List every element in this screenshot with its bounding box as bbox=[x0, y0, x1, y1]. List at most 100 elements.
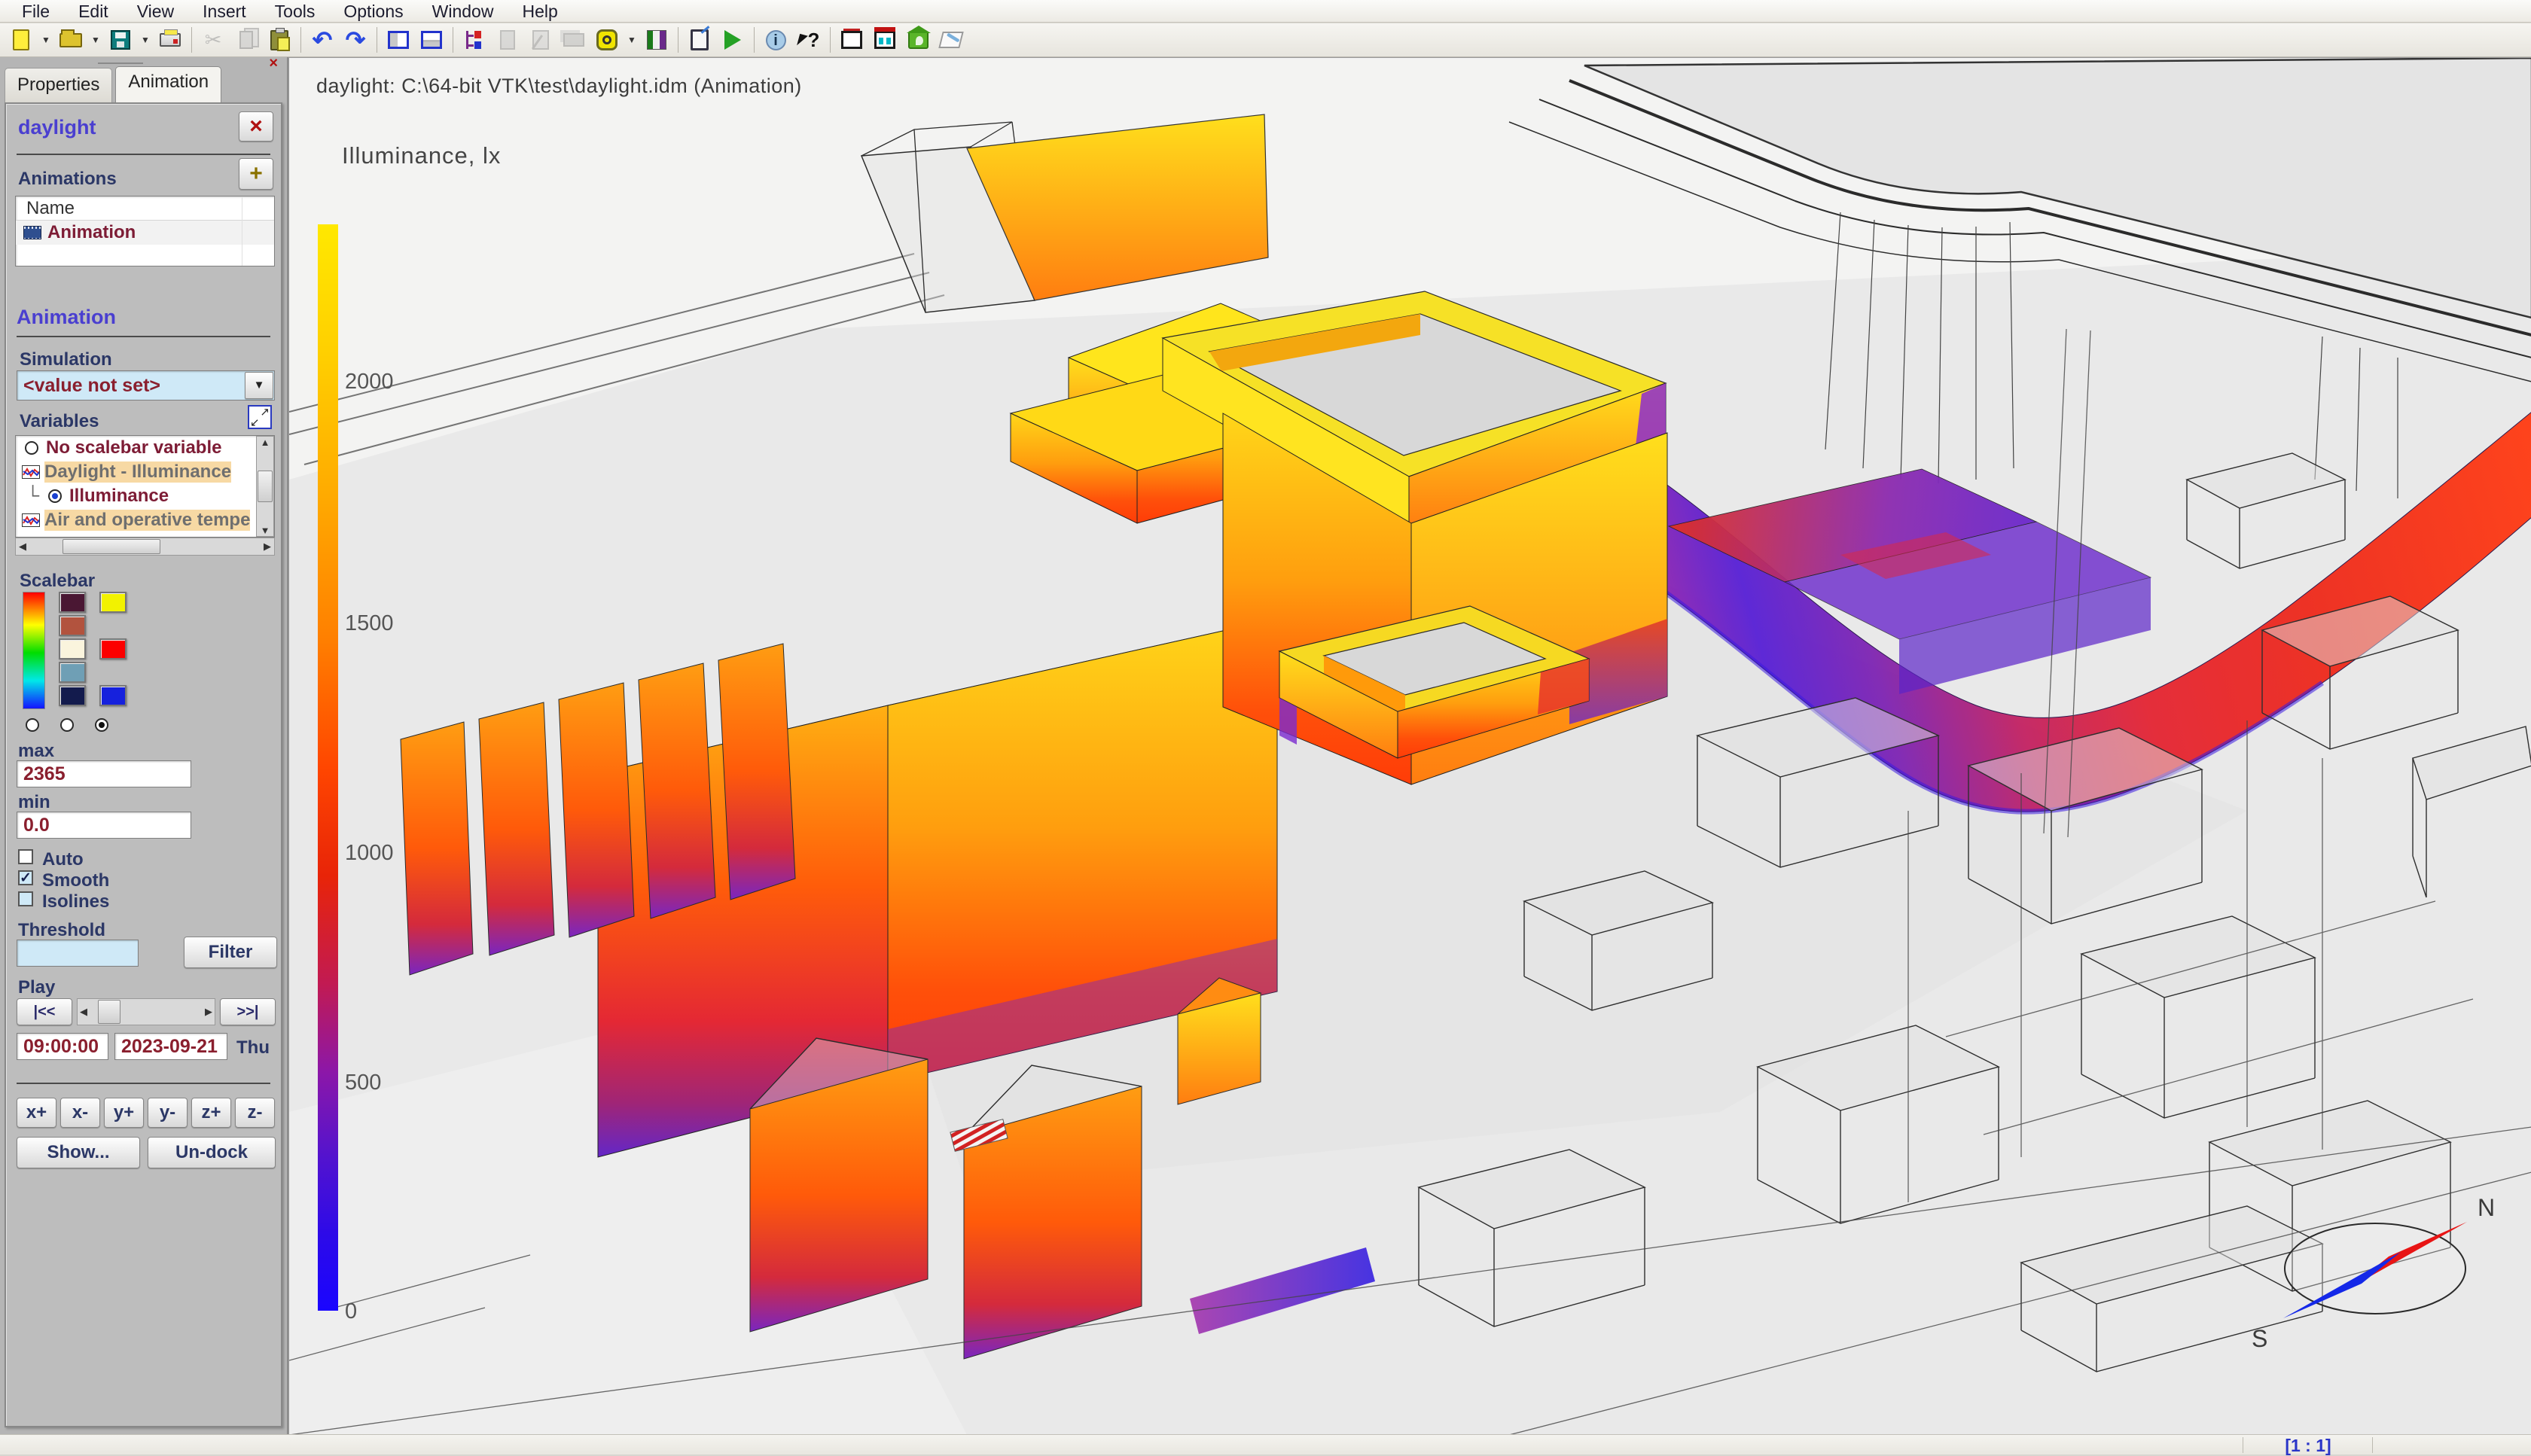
variables-vertical-scrollbar[interactable]: ▲ ▼ bbox=[256, 436, 274, 537]
variable-item-air-temp[interactable]: Air and operative tempe bbox=[16, 508, 274, 532]
print-button[interactable] bbox=[154, 25, 187, 55]
view-y-plus-button[interactable]: y+ bbox=[104, 1098, 144, 1128]
menu-window[interactable]: Window bbox=[418, 0, 508, 23]
scrollbar-thumb[interactable] bbox=[63, 539, 160, 554]
close-form-button[interactable]: × bbox=[239, 111, 273, 142]
clipboard-paste-icon bbox=[270, 30, 288, 50]
accent-swatch-blue[interactable] bbox=[99, 685, 127, 706]
palette-swatch-2[interactable] bbox=[59, 615, 86, 636]
save-button[interactable] bbox=[104, 25, 137, 55]
menu-edit[interactable]: Edit bbox=[64, 0, 123, 23]
simulation-dropdown-button[interactable]: ▼ bbox=[245, 372, 273, 399]
palette-radio-1[interactable] bbox=[26, 718, 39, 732]
menu-options[interactable]: Options bbox=[329, 0, 417, 23]
menu-view[interactable]: View bbox=[123, 0, 188, 23]
variable-item-none[interactable]: No scalebar variable bbox=[16, 436, 274, 460]
radio-selected-icon[interactable] bbox=[48, 489, 62, 503]
dock-close-icon[interactable]: × bbox=[269, 55, 278, 72]
copy-button[interactable] bbox=[230, 25, 263, 55]
web-info-button[interactable]: i bbox=[759, 25, 792, 55]
open-button[interactable] bbox=[54, 25, 87, 55]
date-input[interactable] bbox=[114, 1033, 227, 1060]
show-button[interactable]: Show... bbox=[17, 1137, 140, 1168]
palette-radio-2[interactable] bbox=[60, 718, 74, 732]
palette-swatch-4[interactable] bbox=[59, 662, 86, 683]
scroll-up-icon[interactable]: ▲ bbox=[261, 437, 270, 448]
view-z-minus-button[interactable]: z- bbox=[235, 1098, 275, 1128]
menu-help[interactable]: Help bbox=[508, 0, 572, 23]
tab-animation[interactable]: Animation bbox=[115, 66, 221, 102]
menu-tools[interactable]: Tools bbox=[261, 0, 330, 23]
scrollbar-thumb[interactable] bbox=[258, 471, 273, 502]
save-dropdown-button[interactable]: ▼ bbox=[137, 25, 154, 55]
min-input[interactable] bbox=[17, 812, 191, 839]
building-button[interactable] bbox=[868, 25, 901, 55]
isolines-checkbox[interactable] bbox=[18, 891, 33, 906]
time-input[interactable] bbox=[17, 1033, 108, 1060]
slider-left-icon[interactable]: ◀ bbox=[78, 1006, 87, 1018]
view-x-plus-button[interactable]: x+ bbox=[17, 1098, 56, 1128]
paste-button[interactable] bbox=[263, 25, 296, 55]
palette-radio-3[interactable] bbox=[95, 718, 108, 732]
threshold-input[interactable] bbox=[17, 940, 139, 967]
new-dropdown-button[interactable]: ▼ bbox=[38, 25, 54, 55]
reports-button[interactable] bbox=[640, 25, 673, 55]
settings-dropdown-button[interactable]: ▼ bbox=[624, 25, 640, 55]
split-vertical-button[interactable] bbox=[382, 25, 415, 55]
copy-icon bbox=[239, 31, 253, 49]
animations-name-header[interactable]: Name bbox=[16, 196, 274, 221]
cut-button[interactable]: ✂ bbox=[197, 25, 230, 55]
variable-item-illuminance[interactable]: └ Illuminance bbox=[16, 484, 274, 508]
slider-thumb[interactable] bbox=[98, 1000, 120, 1024]
scroll-left-icon[interactable]: ◀ bbox=[16, 541, 26, 553]
split-horizontal-button[interactable] bbox=[415, 25, 448, 55]
edit-button[interactable] bbox=[524, 25, 557, 55]
folders-button[interactable] bbox=[557, 25, 590, 55]
go-to-start-button[interactable]: |<< bbox=[17, 998, 72, 1025]
time-slider[interactable]: ◀ ▶ bbox=[77, 998, 215, 1025]
filter-button[interactable]: Filter bbox=[184, 937, 277, 968]
scroll-down-icon[interactable]: ▼ bbox=[261, 525, 270, 536]
sketch-button[interactable] bbox=[935, 25, 968, 55]
add-animation-button[interactable]: + bbox=[239, 158, 273, 190]
menu-insert[interactable]: Insert bbox=[188, 0, 261, 23]
tab-properties[interactable]: Properties bbox=[5, 68, 112, 102]
simulation-combobox[interactable]: <value not set> ▼ bbox=[17, 370, 275, 401]
accent-swatch-yellow[interactable] bbox=[99, 592, 127, 613]
tree-view-button[interactable] bbox=[458, 25, 491, 55]
palette-swatch-5[interactable] bbox=[59, 685, 86, 706]
run-button[interactable] bbox=[716, 25, 749, 55]
settings-button[interactable] bbox=[590, 25, 624, 55]
undock-button[interactable]: Un-dock bbox=[148, 1137, 276, 1168]
expand-variables-button[interactable] bbox=[248, 405, 272, 429]
document-button[interactable] bbox=[491, 25, 524, 55]
slider-right-icon[interactable]: ▶ bbox=[205, 1006, 215, 1018]
view-x-minus-button[interactable]: x- bbox=[60, 1098, 100, 1128]
3d-viewport[interactable]: N S daylight: C:\64-bit VTK\test\dayligh… bbox=[288, 57, 2531, 1434]
scroll-right-icon[interactable]: ▶ bbox=[264, 541, 274, 553]
new-button[interactable] bbox=[5, 25, 38, 55]
building-outline-button[interactable] bbox=[835, 25, 868, 55]
max-input[interactable] bbox=[17, 760, 191, 787]
go-to-end-button[interactable]: >>| bbox=[220, 998, 276, 1025]
undo-button[interactable]: ↶ bbox=[306, 25, 339, 55]
accent-swatch-red[interactable] bbox=[99, 638, 127, 659]
auto-checkbox[interactable] bbox=[18, 849, 33, 864]
variable-item-daylight[interactable]: Daylight - Illuminance bbox=[16, 460, 274, 484]
palette-swatch-1[interactable] bbox=[59, 592, 86, 613]
redo-button[interactable]: ↷ bbox=[339, 25, 372, 55]
view-z-plus-button[interactable]: z+ bbox=[191, 1098, 231, 1128]
open-dropdown-button[interactable]: ▼ bbox=[87, 25, 104, 55]
smooth-checkbox[interactable]: ✓ bbox=[18, 870, 33, 885]
radio-icon[interactable] bbox=[25, 441, 38, 455]
menu-file[interactable]: File bbox=[8, 0, 64, 23]
run-dialog-button[interactable] bbox=[683, 25, 716, 55]
palette-swatch-3[interactable] bbox=[59, 638, 86, 659]
variables-horizontal-scrollbar[interactable]: ◀ ▶ bbox=[15, 538, 275, 556]
view-y-minus-button[interactable]: y- bbox=[148, 1098, 188, 1128]
rainbow-palette-swatch[interactable] bbox=[23, 592, 45, 709]
context-help-button[interactable]: ? bbox=[792, 25, 825, 55]
dock-grip[interactable] bbox=[98, 62, 143, 64]
home-button[interactable] bbox=[901, 25, 935, 55]
animation-row[interactable]: Animation bbox=[16, 221, 274, 245]
